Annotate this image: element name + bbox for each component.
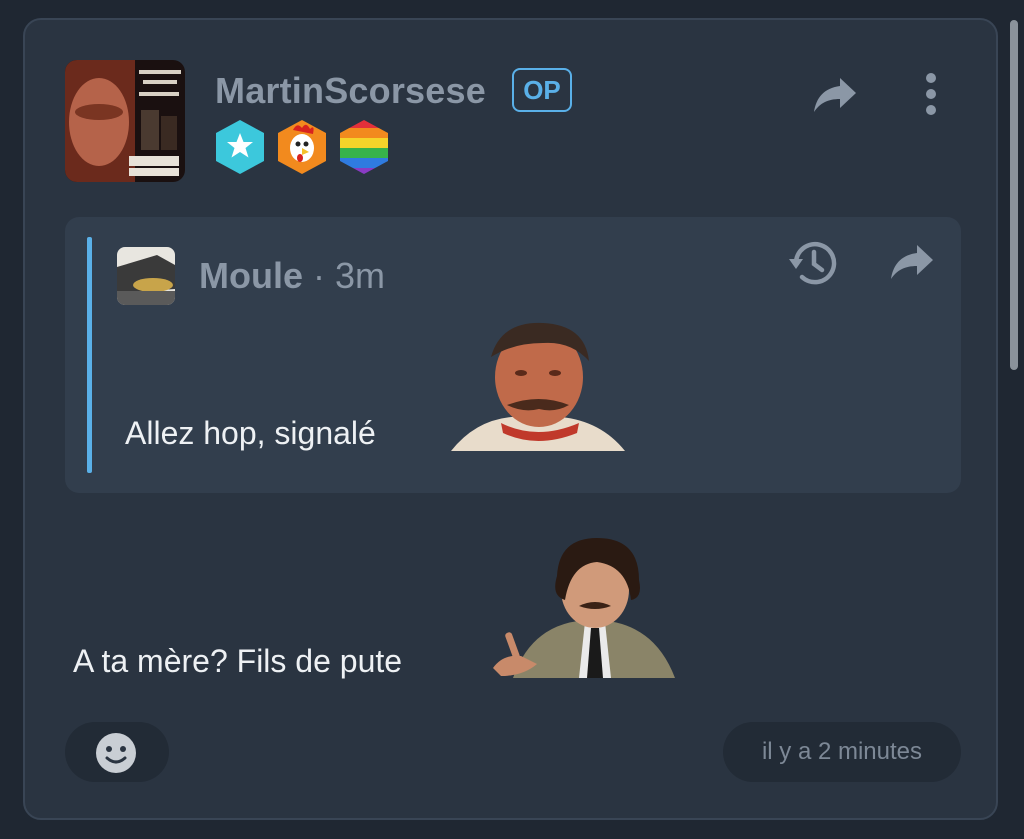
timestamp-pill: il y a 2 minutes: [723, 722, 961, 782]
quoted-message[interactable]: Moule · 3m Allez hop, signalé: [65, 217, 961, 493]
separator-dot: ·: [313, 255, 326, 296]
more-vertical-icon[interactable]: [921, 72, 941, 116]
star-badge-icon[interactable]: [213, 118, 267, 176]
add-reaction-icon: [95, 732, 137, 774]
quoted-time: 3m: [335, 255, 386, 296]
man-pointing-sticker: [493, 536, 675, 678]
post-card: MartinScorsese OP Moule · 3m Allez hop, …: [23, 18, 998, 820]
quoted-username-line: Moule · 3m: [199, 255, 385, 297]
quoted-user-avatar[interactable]: [117, 247, 175, 305]
rainbow-badge-icon[interactable]: [337, 118, 391, 176]
op-badge: OP: [512, 68, 572, 112]
quoted-username[interactable]: Moule: [199, 255, 303, 296]
message-text: A ta mère? Fils de pute: [73, 643, 403, 679]
share-icon[interactable]: [812, 76, 858, 114]
author-username[interactable]: MartinScorsese: [215, 70, 486, 112]
old-man-sticker: [451, 321, 625, 451]
rooster-badge-icon[interactable]: [275, 118, 329, 176]
author-avatar[interactable]: [65, 60, 185, 182]
history-icon[interactable]: [787, 237, 839, 289]
quote-accent-bar: [87, 237, 92, 473]
add-reaction-button[interactable]: [65, 722, 169, 782]
scrollbar[interactable]: [1010, 20, 1018, 370]
share-icon[interactable]: [889, 243, 935, 281]
quoted-message-text: Allez hop, signalé: [125, 415, 376, 451]
